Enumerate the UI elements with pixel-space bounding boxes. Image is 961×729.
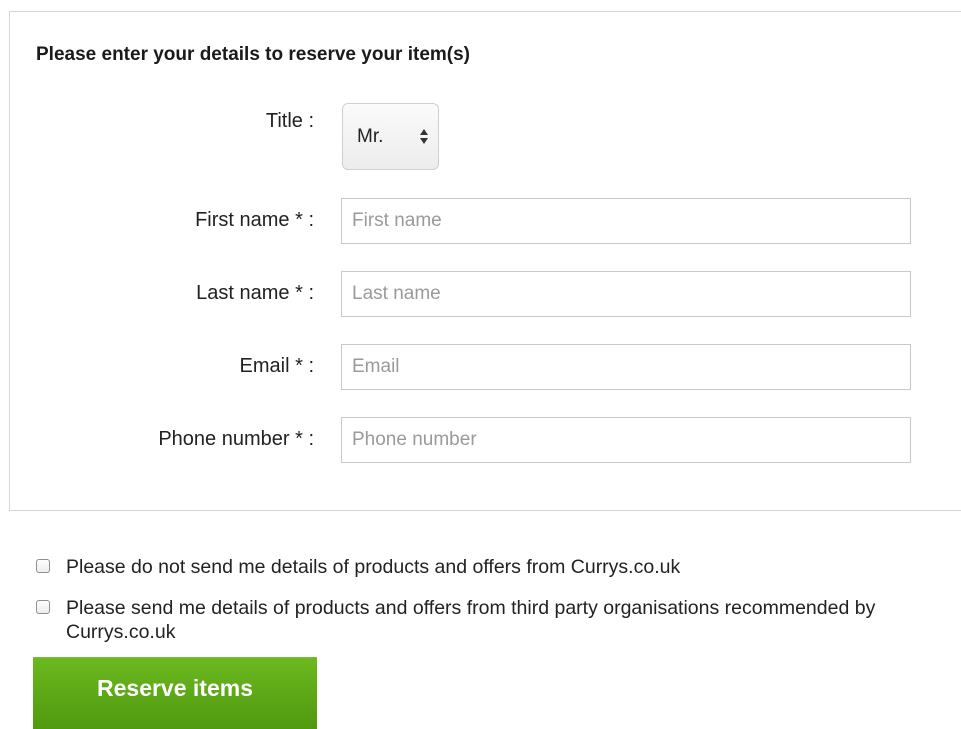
phone-input[interactable] xyxy=(341,417,911,463)
last-name-input[interactable] xyxy=(341,271,911,317)
no-currys-offers-label: Please do not send me details of product… xyxy=(66,556,681,578)
no-currys-offers-checkbox[interactable] xyxy=(36,559,50,573)
email-label: Email * : xyxy=(239,355,314,377)
last-name-label: Last name * : xyxy=(196,282,314,304)
third-party-offers-checkbox[interactable] xyxy=(36,600,50,614)
title-select[interactable]: Mr. xyxy=(342,103,439,170)
phone-label: Phone number * : xyxy=(158,428,314,450)
reservation-details-panel: Please enter your details to reserve you… xyxy=(9,11,961,511)
form-heading: Please enter your details to reserve you… xyxy=(36,44,471,65)
select-updown-icon xyxy=(420,129,428,144)
title-select-value: Mr. xyxy=(357,126,384,147)
first-name-input[interactable] xyxy=(341,198,911,244)
first-name-label: First name * : xyxy=(195,209,314,231)
title-label: Title : xyxy=(265,110,314,132)
reserve-items-button[interactable]: Reserve items xyxy=(33,657,317,729)
email-input[interactable] xyxy=(341,344,911,390)
third-party-offers-label: Please send me details of products and o… xyxy=(66,597,876,643)
